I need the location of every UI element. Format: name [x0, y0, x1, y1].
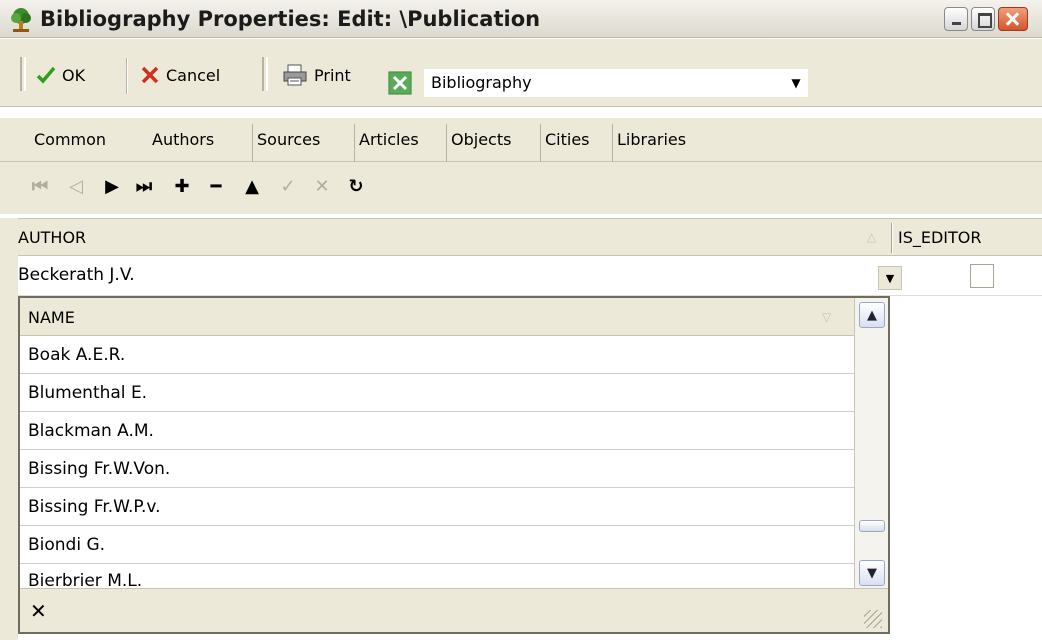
ok-label: OK	[62, 65, 86, 85]
refresh-icon[interactable]: ↻	[344, 174, 368, 198]
prior-record-icon[interactable]: ◁	[64, 174, 88, 198]
list-item-text: Biondi G.	[28, 535, 106, 555]
list-item[interactable]: Bissing Fr.W.P.v.	[20, 488, 854, 526]
edit-record-icon[interactable]: ▲	[240, 174, 264, 198]
column-header-author[interactable]: AUTHOR	[18, 228, 86, 247]
tree-app-icon	[11, 8, 31, 32]
excel-icon[interactable]	[388, 71, 412, 95]
last-record-icon[interactable]: ⏭	[132, 174, 156, 198]
list-item-text: Bissing Fr.W.Von.	[28, 459, 171, 479]
grid-header: AUTHOR △ IS_EDITOR	[18, 218, 1042, 256]
grid-indicator-column	[0, 218, 18, 640]
next-record-icon[interactable]: ▶	[100, 174, 124, 198]
delete-record-icon[interactable]: ━	[204, 174, 228, 198]
tab-label: Articles	[359, 130, 419, 149]
chevron-down-icon[interactable]: ▼	[785, 70, 807, 96]
is-editor-checkbox[interactable]	[970, 264, 994, 288]
tab-libraries[interactable]: Libraries	[612, 124, 690, 162]
toolbar-grip[interactable]	[262, 57, 268, 91]
ok-button[interactable]: OK	[30, 60, 91, 90]
tab-articles[interactable]: Articles	[354, 124, 423, 162]
close-window-button[interactable]	[998, 7, 1028, 31]
list-item-text: Blackman A.M.	[28, 421, 154, 441]
title-bar[interactable]: Bibliography Properties: Edit: \Publicat…	[0, 0, 1042, 38]
list-item[interactable]: Blumenthal E.	[20, 374, 854, 412]
chevron-down-icon[interactable]: ▼	[878, 266, 902, 290]
list-item[interactable]: Blackman A.M.	[20, 412, 854, 450]
tab-label: Authors	[152, 130, 215, 149]
print-label: Print	[314, 65, 351, 85]
close-icon[interactable]: ✕	[30, 599, 47, 623]
column-header-is-editor[interactable]: IS_EDITOR	[898, 228, 982, 247]
author-lookup-dropdown: NAME ▽ Boak A.E.R. Blumenthal E. Blackma…	[18, 296, 890, 634]
record-navigator	[0, 162, 1042, 214]
list-item[interactable]: Boak A.E.R.	[20, 336, 854, 374]
scroll-up-icon[interactable]: ▲	[859, 302, 885, 328]
print-button[interactable]: Print	[276, 60, 357, 90]
list-item[interactable]: Bissing Fr.W.Von.	[20, 450, 854, 488]
list-item[interactable]: Bierbrier M.L.	[20, 564, 854, 588]
lookup-scrollbar[interactable]: ▲ ▼	[854, 298, 888, 588]
first-record-icon[interactable]: ⏮	[28, 174, 52, 198]
sort-ascending-icon: △	[867, 230, 877, 244]
printer-icon	[283, 64, 307, 86]
table-row[interactable]: Beckerath J.V. ▼	[18, 256, 1042, 296]
tab-label: Libraries	[617, 130, 687, 149]
checkmark-icon	[36, 66, 56, 84]
post-record-icon[interactable]: ✓	[276, 174, 300, 198]
cancel-edit-icon[interactable]: ✕	[310, 174, 334, 198]
minimize-button[interactable]	[944, 7, 968, 31]
list-item-text: Boak A.E.R.	[28, 345, 126, 365]
tab-cities[interactable]: Cities	[540, 124, 594, 162]
tab-label: Sources	[257, 130, 321, 149]
toolbar-separator	[126, 58, 128, 94]
bibliography-properties-window: Bibliography Properties: Edit: \Publicat…	[0, 0, 1042, 640]
tab-objects[interactable]: Objects	[446, 124, 515, 162]
scroll-down-icon[interactable]: ▼	[859, 560, 885, 586]
list-item-text: Bissing Fr.W.P.v.	[28, 497, 161, 517]
list-item[interactable]: Biondi G.	[20, 526, 854, 564]
tab-label: Common	[34, 130, 107, 149]
lookup-footer: ✕	[20, 588, 888, 632]
insert-record-icon[interactable]: ✚	[170, 174, 194, 198]
cancel-x-icon	[141, 66, 159, 84]
tab-label: Objects	[451, 130, 512, 149]
tab-sources[interactable]: Sources	[252, 124, 324, 162]
maximize-button[interactable]	[971, 7, 995, 31]
resize-grip[interactable]	[864, 610, 882, 628]
dataset-combo[interactable]: Bibliography ▼	[424, 69, 808, 97]
cancel-label: Cancel	[166, 65, 221, 85]
scroll-thumb[interactable]	[859, 520, 885, 532]
tab-common[interactable]: Common	[30, 128, 110, 158]
column-divider[interactable]	[891, 223, 893, 253]
author-cell[interactable]: Beckerath J.V.	[18, 265, 135, 285]
lookup-header: NAME ▽	[20, 298, 854, 336]
window-title: Bibliography Properties: Edit: \Publicat…	[40, 7, 541, 31]
column-header-name[interactable]: NAME	[28, 308, 75, 327]
tab-label: Cities	[545, 130, 590, 149]
tab-authors[interactable]: Authors	[148, 128, 218, 158]
toolbar-grip[interactable]	[20, 57, 26, 91]
list-item-text: Bierbrier M.L.	[28, 571, 143, 588]
sort-descending-icon: ▽	[822, 310, 832, 324]
cancel-button[interactable]: Cancel	[134, 60, 226, 90]
list-item-text: Blumenthal E.	[28, 383, 148, 403]
dataset-combo-value: Bibliography	[431, 73, 532, 92]
